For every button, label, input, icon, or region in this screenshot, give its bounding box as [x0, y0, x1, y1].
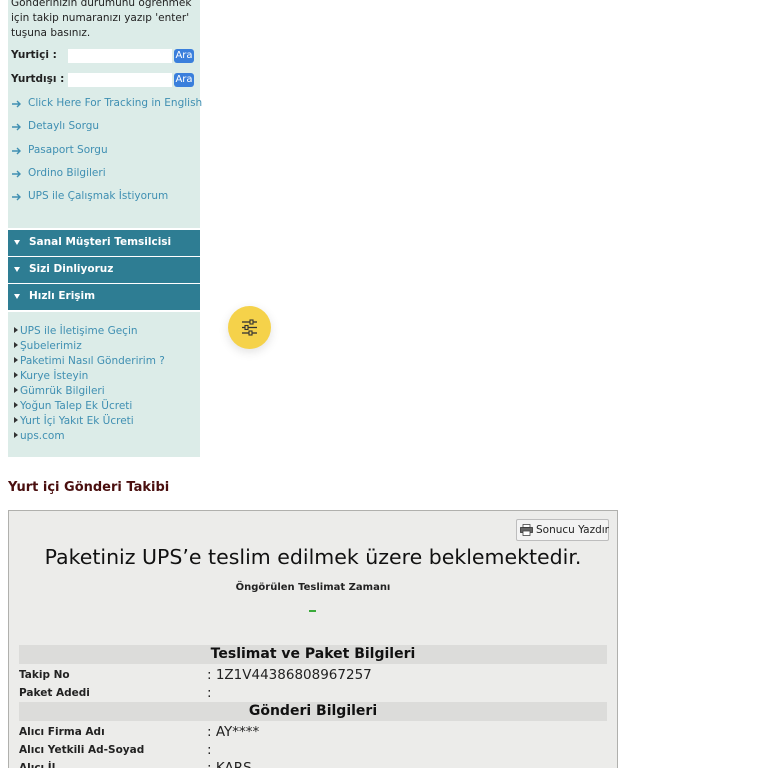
- international-tracking-row: Yurtdışı : Ara: [11, 72, 197, 88]
- accordion-label: Sizi Dinliyoruz: [29, 263, 114, 275]
- info-value: : 1Z1V44386808967257: [207, 667, 372, 683]
- info-key: Takip No: [19, 669, 70, 681]
- page-title: Yurt içi Gönderi Takibi: [8, 480, 170, 495]
- caret-right-icon: [14, 342, 18, 348]
- international-tracking-input[interactable]: [68, 73, 172, 87]
- quick-link-label: Gümrük Bilgileri: [20, 385, 105, 397]
- info-row: Alıcı Yetkili Ad-Soyad :: [19, 742, 607, 759]
- tracking-result-box: Sonucu Yazdır Paketiniz UPS’e teslim edi…: [8, 510, 618, 768]
- info-value: :: [207, 685, 212, 701]
- eta-label: Öngörülen Teslimat Zamanı: [235, 582, 391, 593]
- quick-link-how-to-send[interactable]: Paketimi Nasıl Gönderirim ?: [14, 355, 198, 370]
- info-row: Alıcı Firma Adı : AY****: [19, 724, 607, 741]
- caret-right-icon: [14, 372, 18, 378]
- link-detailed-query[interactable]: Detaylı Sorgu: [11, 119, 201, 137]
- info-key: Alıcı Firma Adı: [19, 726, 105, 738]
- quick-link-courier[interactable]: Kurye İsteyin: [14, 370, 198, 385]
- quick-link-label: Şubelerimiz: [20, 340, 82, 352]
- link-english-tracking[interactable]: Click Here For Tracking in English: [11, 96, 203, 114]
- arrow-right-icon: [12, 123, 21, 131]
- tracking-panel: Gönderinizin durumunu öğrenmek için taki…: [8, 0, 203, 228]
- sliders-icon: [242, 319, 257, 336]
- info-value: : KARS: [207, 760, 252, 768]
- link-ordino-info[interactable]: Ordino Bilgileri: [11, 166, 201, 184]
- link-work-with-ups[interactable]: UPS ile Çalışmak İstiyorum: [11, 189, 201, 207]
- accordion-label: Sanal Müşteri Temsilcisi: [29, 236, 172, 248]
- caret-right-icon: [14, 402, 18, 408]
- quick-link-ups-com[interactable]: ups.com: [14, 430, 198, 445]
- link-label: Detaylı Sorgu: [28, 120, 100, 132]
- link-label: UPS ile Çalışmak İstiyorum: [28, 190, 169, 202]
- caret-right-icon: [14, 387, 18, 393]
- info-key: Alıcı Yetkili Ad-Soyad: [19, 744, 145, 756]
- link-label: Click Here For Tracking in English: [28, 97, 203, 109]
- tracking-instructions: Gönderinizin durumunu öğrenmek için taki…: [11, 0, 192, 39]
- caret-right-icon: [14, 417, 18, 423]
- quick-link-contact[interactable]: UPS ile İletişime Geçin: [14, 325, 198, 340]
- quick-link-fuel-surcharge[interactable]: Yurt İçi Yakıt Ek Ücreti: [14, 415, 198, 430]
- info-value: :: [207, 742, 212, 758]
- link-label: Ordino Bilgileri: [28, 167, 106, 179]
- caret-right-icon: [14, 357, 18, 363]
- section-title: Teslimat ve Paket Bilgileri: [210, 646, 416, 662]
- quick-link-label: Paketimi Nasıl Gönderirim ?: [20, 355, 165, 367]
- info-key: Paket Adedi: [19, 687, 90, 699]
- quick-link-label: ups.com: [20, 430, 65, 442]
- domestic-label: Yurtiçi :: [11, 49, 57, 61]
- info-key: Alıcı İl: [19, 762, 56, 768]
- accordion-label: Hızlı Erişim: [29, 290, 96, 302]
- quick-link-label: UPS ile İletişime Geçin: [20, 325, 138, 337]
- domestic-tracking-row: Yurtiçi : Ara: [11, 48, 197, 64]
- section-header: Gönderi Bilgileri: [19, 702, 607, 721]
- arrow-right-icon: [12, 193, 21, 201]
- quick-link-label: Yoğun Talep Ek Ücreti: [20, 400, 133, 412]
- quick-link-peak-surcharge[interactable]: Yoğun Talep Ek Ücreti: [14, 400, 198, 415]
- print-button-label: Sonucu Yazdır: [536, 524, 609, 536]
- section-title: Gönderi Bilgileri: [248, 703, 378, 719]
- info-row: Alıcı İl : KARS: [19, 760, 607, 768]
- caret-down-icon: [14, 294, 20, 299]
- accordion-quick-access[interactable]: Hızlı Erişim: [8, 284, 200, 310]
- section-header: Teslimat ve Paket Bilgileri: [19, 645, 607, 664]
- info-row: Takip No : 1Z1V44386808967257: [19, 667, 607, 684]
- link-label: Pasaport Sorgu: [28, 144, 108, 156]
- arrow-right-icon: [12, 147, 21, 155]
- international-search-button[interactable]: Ara: [174, 73, 194, 87]
- caret-right-icon: [14, 327, 18, 333]
- international-label: Yurtdışı :: [11, 73, 65, 85]
- accordion-virtual-rep[interactable]: Sanal Müşteri Temsilcisi: [8, 230, 200, 256]
- info-value: : AY****: [207, 724, 260, 740]
- arrow-right-icon: [12, 170, 21, 178]
- printer-icon: [520, 524, 533, 536]
- info-row: Paket Adedi :: [19, 685, 607, 702]
- quick-link-label: Yurt İçi Yakıt Ek Ücreti: [20, 415, 134, 427]
- floating-settings-button[interactable]: [228, 306, 271, 349]
- print-result-button[interactable]: Sonucu Yazdır: [516, 519, 609, 541]
- arrow-right-icon: [12, 100, 21, 108]
- caret-right-icon: [14, 432, 18, 438]
- domestic-tracking-input[interactable]: [68, 49, 172, 63]
- status-headline: Paketiniz UPS’e teslim edilmek üzere bek…: [44, 545, 582, 569]
- domestic-search-button[interactable]: Ara: [174, 49, 194, 63]
- accordion-we-listen[interactable]: Sizi Dinliyoruz: [8, 257, 200, 283]
- quick-link-customs[interactable]: Gümrük Bilgileri: [14, 385, 198, 400]
- eta-value: -: [309, 610, 316, 612]
- quick-link-label: Kurye İsteyin: [20, 370, 89, 382]
- caret-down-icon: [14, 267, 20, 272]
- quick-link-branches[interactable]: Şubelerimiz: [14, 340, 198, 355]
- quick-access-list: UPS ile İletişime Geçin Şubelerimiz Pake…: [8, 312, 200, 457]
- caret-down-icon: [14, 240, 20, 245]
- link-passport-query[interactable]: Pasaport Sorgu: [11, 143, 201, 161]
